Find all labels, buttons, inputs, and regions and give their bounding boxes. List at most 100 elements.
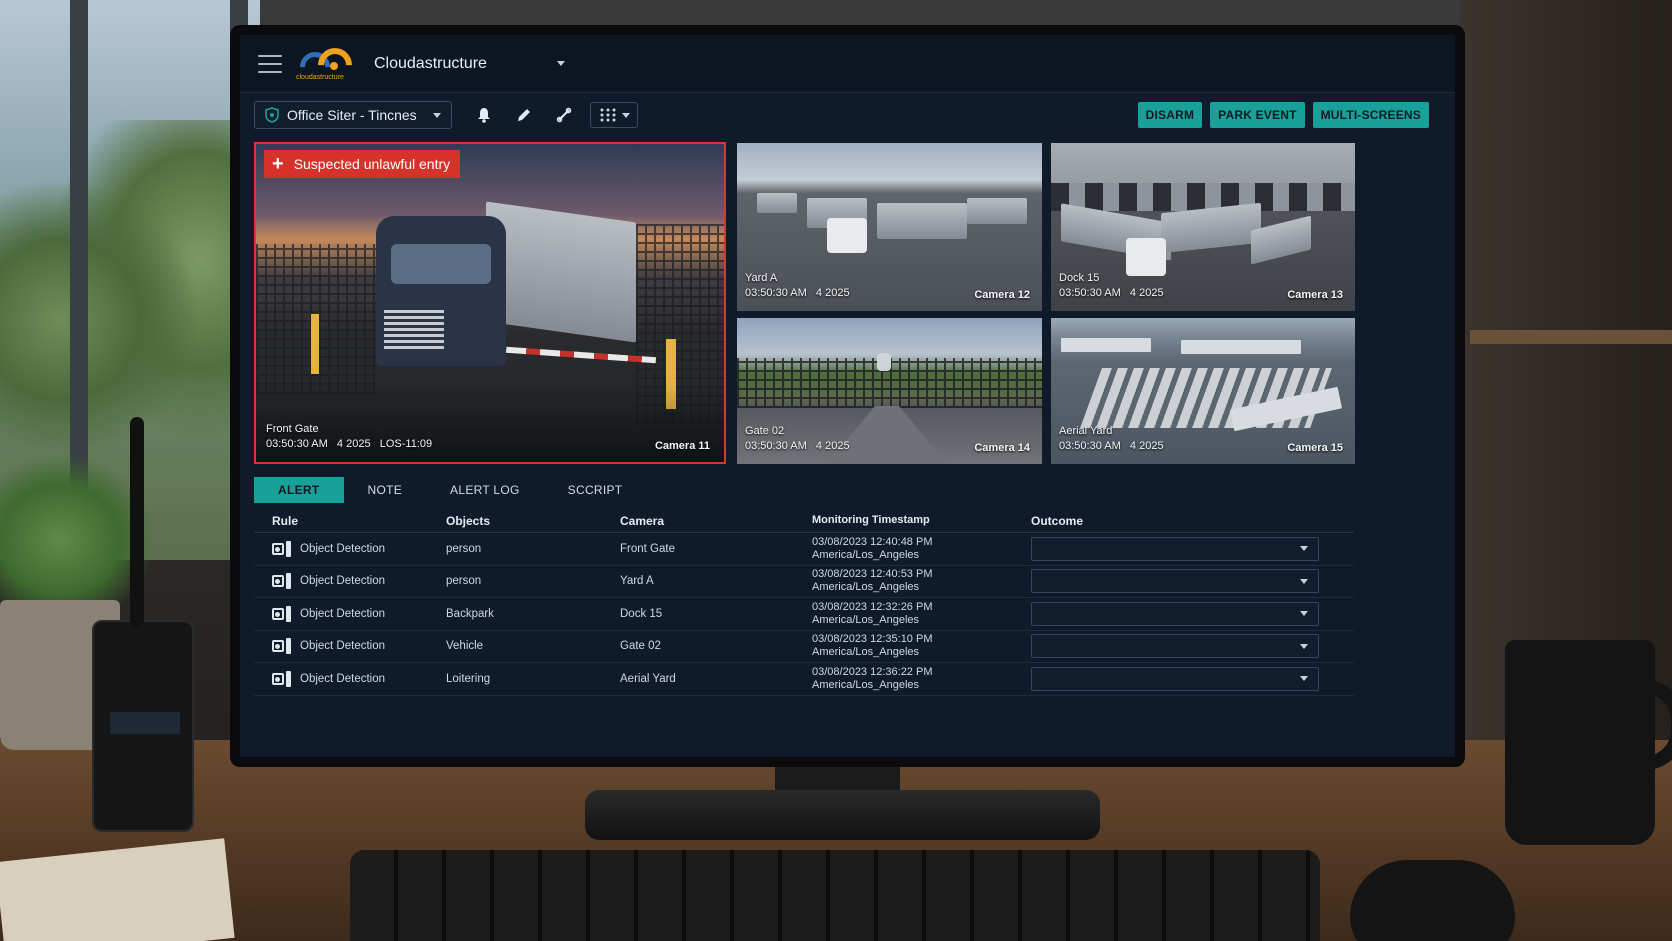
alert-banner-text: Suspected unlawful entry [293, 156, 451, 172]
timestamp-date: 03/08/2023 12:32:26 PM [812, 600, 933, 613]
timestamp-zone: America/Los_Angeles [812, 646, 920, 659]
timestamp-zone: America/Los_Angeles [812, 613, 920, 626]
shield-icon [265, 107, 279, 123]
keyboard [350, 850, 1320, 941]
camera-timestamp: 03:50:30 AM 4 2025 [745, 440, 850, 452]
table-row[interactable]: Object Detection Vehicle Gate 02 03/08/2… [254, 631, 1354, 663]
grid-layout-selector[interactable] [590, 102, 638, 128]
objects-cell: person [446, 575, 482, 588]
coffee-mug [1505, 640, 1672, 845]
timestamp-zone: America/Los_Angeles [812, 581, 920, 594]
camera-timestamp: 03:50:30 AM 4 2025 [745, 287, 850, 299]
monitor: cloudastructure Cloudastructure Office S… [230, 25, 1465, 767]
top-bar: cloudastructure Cloudastructure [240, 35, 1455, 93]
camera-caption: Yard A 03:50:30 AM 4 2025 [745, 271, 850, 301]
alerts-table: Rule Objects Camera Monitoring Timestamp… [254, 509, 1354, 696]
camera-label: Camera 12 [974, 289, 1030, 301]
timestamp-zone: America/Los_Angeles [812, 548, 920, 561]
camera-caption: Aerial Yard 03:50:30 AM 4 2025 [1059, 424, 1164, 454]
chevron-down-icon [1300, 578, 1308, 584]
park-event-button[interactable]: PARK EVENT [1210, 102, 1305, 128]
site-selector[interactable]: Office Siter - Tincnes [254, 101, 452, 129]
camera-cell: Front Gate [620, 542, 675, 555]
toolbar: Office Siter - Tincnes DISARM PARK EVENT… [240, 93, 1455, 137]
objects-cell: Loitering [446, 672, 491, 685]
header-rule[interactable]: Rule [254, 514, 446, 528]
camera-tile-15[interactable]: Aerial Yard 03:50:30 AM 4 2025 Camera 15 [1051, 318, 1355, 464]
camera-timestamp: 03:50:30 AM 4 2025 LOS-11:09 [266, 438, 433, 450]
outcome-select[interactable] [1031, 536, 1319, 561]
rule-cell: Object Detection [300, 607, 386, 620]
camera-timestamp: 03:50:30 AM 4 2025 [1059, 287, 1164, 299]
mug-handle [1645, 680, 1672, 770]
plus-icon: + [272, 153, 284, 175]
objects-cell: Vehicle [446, 640, 484, 653]
outcome-select[interactable] [1031, 601, 1319, 626]
camera-caption: Gate 02 03:50:30 AM 4 2025 [745, 424, 850, 454]
tab-script[interactable]: SCCRIPT [544, 477, 647, 503]
office-scene: cloudastructure Cloudastructure Office S… [0, 0, 1672, 941]
chevron-down-icon [1300, 643, 1308, 649]
camera-tile-14[interactable]: Gate 02 03:50:30 AM 4 2025 Camera 14 [737, 318, 1042, 464]
outcome-select[interactable] [1031, 666, 1319, 691]
rule-cell: Object Detection [300, 575, 386, 588]
link-icon[interactable] [554, 105, 574, 125]
timestamp-cell: 03/08/2023 12:40:48 PM America/Los_Angele… [812, 536, 1031, 562]
outcome-select[interactable] [1031, 569, 1319, 594]
tab-note[interactable]: NOTE [344, 477, 427, 503]
table-row[interactable]: Object Detection Backpark Dock 15 03/08/… [254, 598, 1354, 631]
disarm-button[interactable]: DISARM [1137, 102, 1203, 128]
rule-cell: Object Detection [300, 542, 386, 555]
timestamp-date: 03/08/2023 12:36:22 PM [812, 665, 933, 678]
table-row[interactable]: Object Detection person Yard A 03/08/202… [254, 566, 1354, 598]
object-detection-icon [272, 573, 292, 590]
pencil-icon[interactable] [514, 105, 534, 125]
alert-banner: + Suspected unlawful entry [264, 150, 461, 178]
object-detection-icon [272, 670, 292, 687]
timestamp-zone: America/Los_Angeles [812, 678, 920, 691]
chevron-down-icon[interactable] [556, 61, 565, 66]
tab-alert-log[interactable]: ALERT LOG [426, 477, 544, 503]
camera-location: Front Gate [266, 423, 319, 435]
table-header: Rule Objects Camera Monitoring Timestamp… [254, 509, 1354, 533]
monitor-stand-base [585, 790, 1100, 840]
event-tabs: ALERT NOTE ALERT LOG SCCRIPT [254, 477, 646, 503]
chevron-down-icon [1300, 611, 1308, 617]
camera-tile-main[interactable]: + Suspected unlawful entry Front Gate 03… [254, 142, 726, 464]
timestamp-cell: 03/08/2023 12:35:10 PM America/Los_Angele… [812, 633, 1031, 659]
action-buttons: DISARM PARK EVENT MULTI-SCREENS [1137, 102, 1429, 128]
timestamp-date: 03/08/2023 12:40:48 PM [812, 535, 933, 548]
camera-label: Camera 15 [1287, 442, 1343, 454]
header-camera[interactable]: Camera [620, 514, 812, 528]
cloudastructure-logo: cloudastructure [293, 40, 360, 89]
table-row[interactable]: Object Detection Loitering Aerial Yard 0… [254, 663, 1354, 696]
camera-tile-13[interactable]: Dock 15 03:50:30 AM 4 2025 Camera 13 [1051, 143, 1355, 311]
timestamp-cell: 03/08/2023 12:36:22 PM America/Los_Angele… [812, 666, 1031, 692]
hamburger-menu-icon[interactable] [258, 54, 282, 73]
multi-screens-button[interactable]: MULTI-SCREENS [1312, 102, 1429, 128]
camera-label: Camera 13 [1287, 289, 1343, 301]
header-outcome[interactable]: Outcome [1031, 514, 1331, 528]
outcome-select[interactable] [1031, 634, 1319, 659]
header-timestamp[interactable]: Monitoring Timestamp [812, 514, 1031, 527]
camera-label: Camera 14 [974, 442, 1030, 454]
table-row[interactable]: Object Detection person Front Gate 03/08… [254, 533, 1354, 566]
camera-location: Aerial Yard [1059, 425, 1113, 437]
logo-text: cloudastructure [296, 73, 344, 81]
header-objects[interactable]: Objects [446, 514, 620, 528]
camera-tile-12[interactable]: Yard A 03:50:30 AM 4 2025 Camera 12 [737, 143, 1042, 311]
objects-cell: Backpark [446, 607, 494, 620]
radio-antenna [130, 417, 144, 627]
camera-location: Yard A [745, 272, 778, 284]
shelf [1470, 330, 1672, 344]
timestamp-date: 03/08/2023 12:40:53 PM [812, 568, 933, 581]
camera-caption: Front Gate 03:50:30 AM 4 2025 LOS-11:09 [266, 422, 432, 452]
computer-mouse [1350, 860, 1515, 941]
camera-cell: Aerial Yard [620, 672, 676, 685]
bell-icon[interactable] [474, 105, 494, 125]
tab-alert[interactable]: ALERT [254, 477, 344, 503]
timestamp-cell: 03/08/2023 12:40:53 PM America/Los_Angele… [812, 568, 1031, 594]
objects-cell: person [446, 542, 482, 555]
app-name[interactable]: Cloudastructure [374, 55, 487, 73]
camera-cell: Gate 02 [620, 640, 661, 653]
